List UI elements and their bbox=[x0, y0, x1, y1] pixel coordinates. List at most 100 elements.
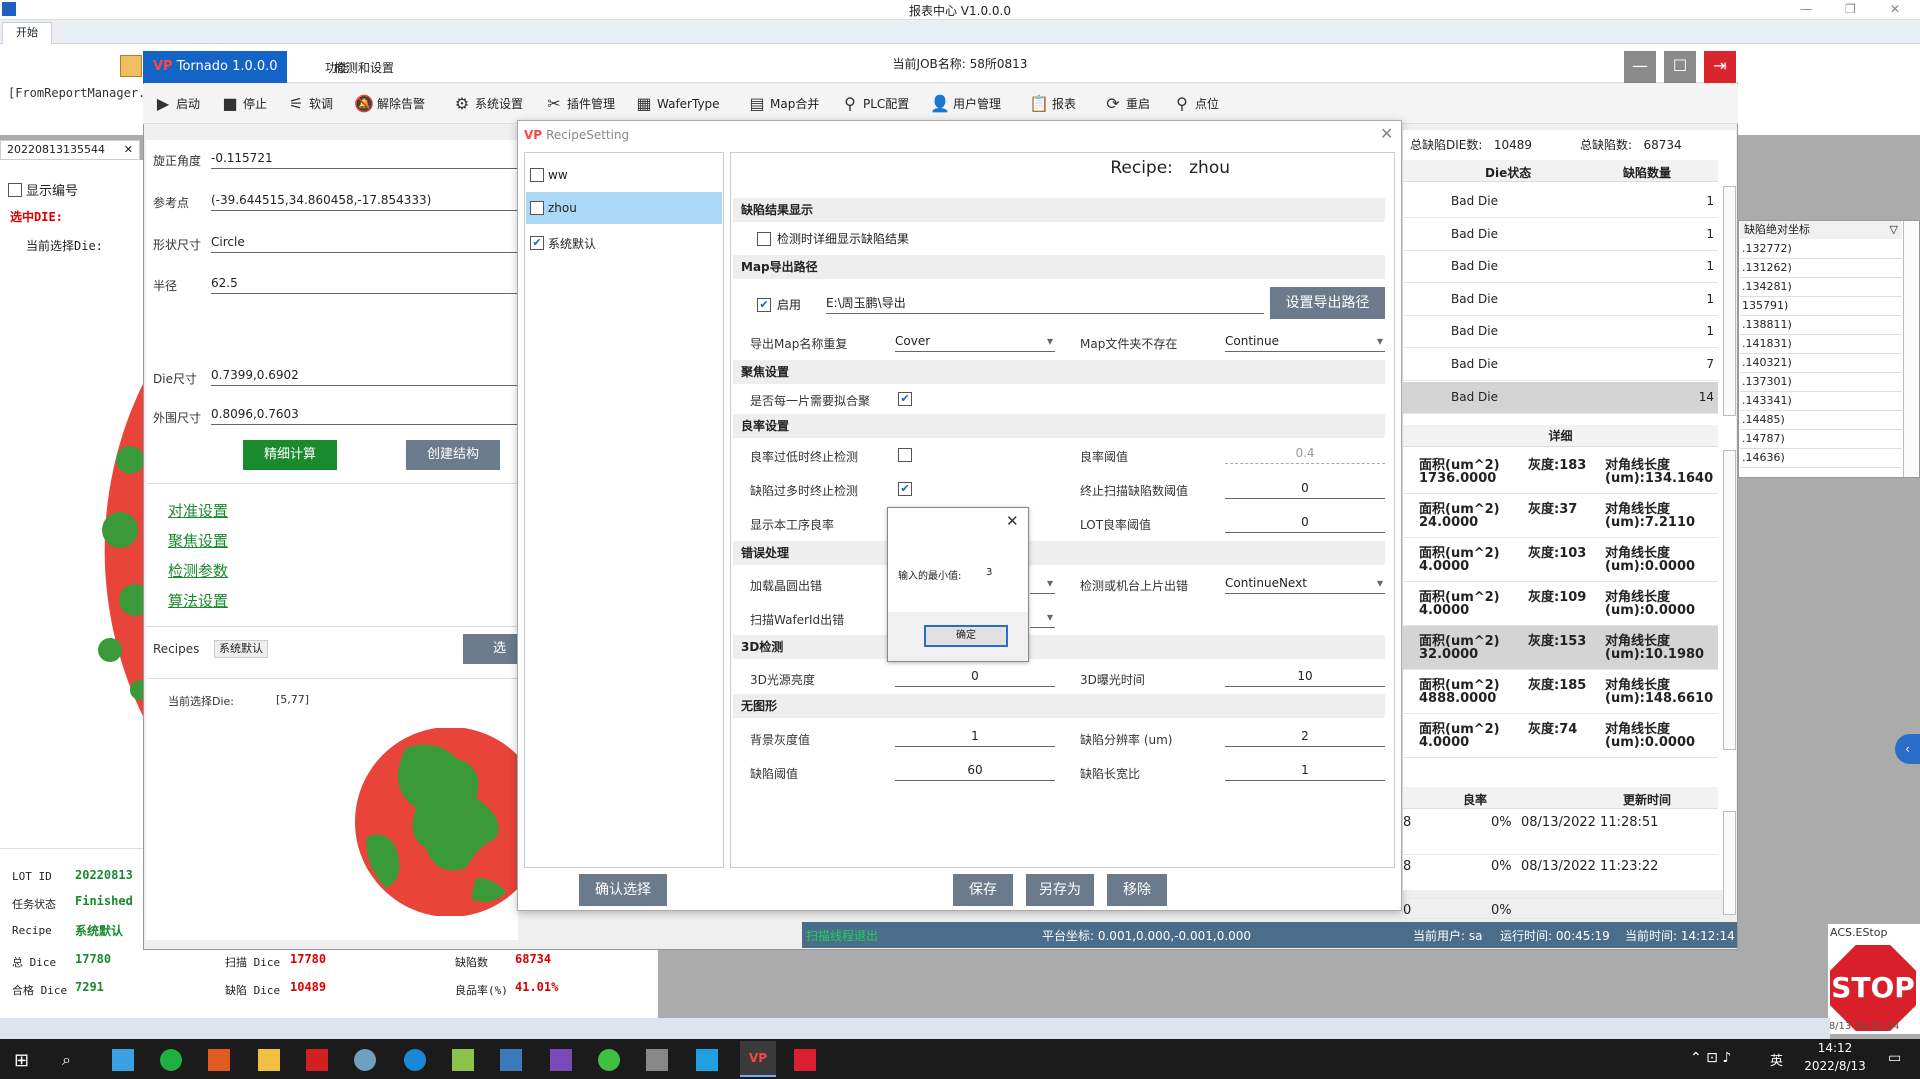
shape-field[interactable]: Circle bbox=[211, 231, 518, 253]
show-number-option[interactable]: 显示编号 bbox=[8, 180, 78, 199]
map-merge-button[interactable]: ▤ Map合并 bbox=[747, 92, 819, 116]
coord-row[interactable]: .140321) bbox=[1740, 354, 1902, 373]
aspect-ratio-field[interactable]: 1 bbox=[1225, 759, 1385, 781]
focus-settings-link[interactable]: 聚焦设置 bbox=[168, 530, 228, 551]
coord-row[interactable]: .131262) bbox=[1740, 259, 1902, 278]
report-taskbar-icon[interactable] bbox=[794, 1049, 816, 1071]
min-value-close-icon[interactable]: ✕ bbox=[1006, 512, 1019, 530]
create-structure-button[interactable]: 创建结构 bbox=[406, 440, 500, 470]
stop-button[interactable]: ■ 停止 bbox=[220, 92, 267, 116]
history-scrollbar[interactable] bbox=[1723, 811, 1736, 915]
notification-icon[interactable]: ▭ bbox=[1888, 1050, 1901, 1066]
enable-option[interactable]: ✔ 启用 bbox=[757, 296, 801, 313]
coord-row[interactable]: .14636) bbox=[1740, 449, 1902, 468]
die-table-row[interactable]: Bad Die 1 bbox=[1403, 186, 1718, 218]
map-path-field[interactable]: E:\周玉鹏\导出 bbox=[826, 292, 1264, 314]
recipe-ww-checkbox[interactable] bbox=[530, 168, 544, 182]
detail-scrollbar[interactable] bbox=[1723, 450, 1736, 750]
plc-config-button[interactable]: ⚲ PLC配置 bbox=[840, 92, 909, 116]
die-table-row[interactable]: Bad Die 7 bbox=[1403, 349, 1718, 381]
set-export-path-button[interactable]: 设置导出路径 bbox=[1270, 287, 1385, 319]
app-blue-icon[interactable] bbox=[500, 1049, 522, 1071]
outer-minimize-icon[interactable]: — bbox=[1800, 2, 1812, 16]
wafer-map-large[interactable] bbox=[80, 370, 150, 730]
die-table-scrollbar[interactable] bbox=[1723, 186, 1736, 416]
restart-button[interactable]: ⟳ 重启 bbox=[1103, 92, 1150, 116]
ref-point-field[interactable]: (-39.644515,34.860458,-17.854333) bbox=[211, 189, 518, 211]
taskview-icon[interactable] bbox=[112, 1049, 134, 1071]
bg-gray-field[interactable]: 1 bbox=[895, 725, 1055, 747]
app-bird-icon[interactable] bbox=[354, 1049, 376, 1071]
yield-threshold-field[interactable]: 0.4 bbox=[1225, 442, 1385, 464]
scan-waferid-dropdown[interactable] bbox=[1030, 606, 1055, 628]
outer-close-icon[interactable]: ✕ bbox=[1890, 2, 1900, 16]
tab-lot[interactable]: 20220813135544 ✕ bbox=[0, 140, 140, 160]
history-row[interactable]: 8 0% 08/13/2022 11:28:51 bbox=[1403, 811, 1718, 855]
recipe-item-ww[interactable]: ww bbox=[526, 160, 722, 190]
die-table-row[interactable]: Bad Die 14 bbox=[1403, 381, 1718, 414]
show-number-checkbox[interactable] bbox=[8, 182, 22, 197]
defect-many-stop-checkbox[interactable]: ✔ bbox=[898, 482, 912, 496]
clear-alarm-button[interactable]: 🔕 解除告警 bbox=[354, 92, 425, 116]
notepad-icon[interactable] bbox=[452, 1049, 474, 1071]
coord-row[interactable]: .132772) bbox=[1740, 240, 1902, 259]
wafer-map-small[interactable] bbox=[346, 728, 518, 916]
recipe-default-checkbox[interactable]: ✔ bbox=[530, 236, 544, 250]
light-field[interactable]: 0 bbox=[895, 665, 1055, 687]
filter-icon[interactable]: ▽ bbox=[1890, 221, 1902, 239]
die-table-row[interactable]: Bad Die 1 bbox=[1403, 284, 1718, 316]
side-expand-button[interactable]: ‹ bbox=[1895, 734, 1920, 764]
alignment-settings-link[interactable]: 对准设置 bbox=[168, 500, 228, 521]
no-folder-dropdown[interactable]: Continue bbox=[1225, 330, 1385, 352]
rotation-field[interactable]: -0.115721 bbox=[211, 147, 518, 169]
lot-yield-field[interactable]: 0 bbox=[1225, 511, 1385, 533]
app-plane-icon[interactable] bbox=[646, 1049, 668, 1071]
min-value-ok-button[interactable]: 确定 bbox=[924, 625, 1008, 647]
app-orange-icon[interactable] bbox=[208, 1049, 230, 1071]
app-green-icon[interactable] bbox=[160, 1049, 182, 1071]
detail-row[interactable]: 面积(um^2) 4.0000 灰度:103 对角线长度 (um):0.0000 bbox=[1403, 538, 1718, 582]
coord-row[interactable]: .134281) bbox=[1740, 278, 1902, 297]
confirm-select-button[interactable]: 确认选择 bbox=[579, 874, 667, 906]
report-button[interactable]: 📋 报表 bbox=[1029, 92, 1076, 116]
start-button[interactable]: ▶ 启动 bbox=[153, 92, 200, 116]
history-row[interactable]: 8 0% 08/13/2022 11:23:22 bbox=[1403, 855, 1718, 899]
recipe-select-button[interactable]: 选择 bbox=[463, 634, 518, 686]
tab-start[interactable]: 开始 bbox=[2, 22, 52, 44]
fine-calc-button[interactable]: 精细计算 bbox=[243, 440, 337, 470]
coord-row[interactable]: 135791) bbox=[1740, 297, 1902, 316]
ime-indicator[interactable]: 英 bbox=[1770, 1050, 1783, 1069]
wps-icon[interactable] bbox=[306, 1049, 328, 1071]
detail-row[interactable]: 面积(um^2) 4.0000 灰度:74 对角线长度 (um):0.0000 bbox=[1403, 714, 1718, 758]
load-error-dropdown[interactable] bbox=[1030, 572, 1055, 594]
clock-time[interactable]: 14:12 bbox=[1805, 1041, 1865, 1055]
save-as-button[interactable]: 另存为 bbox=[1026, 874, 1094, 906]
machine-error-dropdown[interactable]: ContinueNext bbox=[1225, 572, 1385, 594]
wafer-type-button[interactable]: ▦ WaferType bbox=[634, 92, 719, 116]
visual-studio-icon[interactable] bbox=[550, 1049, 572, 1071]
yield-low-stop-checkbox[interactable] bbox=[898, 448, 912, 462]
recipe-zhou-checkbox[interactable] bbox=[530, 201, 544, 215]
radius-field[interactable]: 62.5 bbox=[211, 272, 518, 294]
coord-row[interactable]: .14485) bbox=[1740, 411, 1902, 430]
defect-threshold-field[interactable]: 60 bbox=[895, 759, 1055, 781]
dup-name-dropdown[interactable]: Cover bbox=[895, 330, 1055, 352]
windows-start-icon[interactable]: ⊞ bbox=[14, 1050, 29, 1071]
detail-row[interactable]: 面积(um^2) 1736.0000 灰度:183 对角线长度 (um):134.164… bbox=[1403, 450, 1718, 494]
estop-button[interactable]: STOP bbox=[1830, 945, 1916, 1031]
minimize-button[interactable]: — bbox=[1624, 51, 1656, 83]
user-manager-button[interactable]: 👤 用户管理 bbox=[930, 92, 1001, 116]
detail-show-option[interactable]: 检测时详细显示缺陷结果 bbox=[757, 230, 909, 247]
tornado-taskbar-button[interactable]: VP bbox=[740, 1041, 776, 1077]
save-button[interactable]: 保存 bbox=[953, 874, 1013, 906]
plugin-manager-button[interactable]: ✂ 插件管理 bbox=[544, 92, 615, 116]
die-table-row[interactable]: Bad Die 1 bbox=[1403, 251, 1718, 284]
coord-row[interactable]: .14787) bbox=[1740, 430, 1902, 449]
soft-tune-button[interactable]: ⚟ 软调 bbox=[286, 92, 333, 116]
die-size-field[interactable]: 0.7399,0.6902 bbox=[211, 364, 518, 386]
app-leaf-icon[interactable] bbox=[598, 1049, 620, 1071]
detail-row[interactable]: 面积(um^2) 32.0000 灰度:153 对角线长度 (um):10.1980 bbox=[1403, 626, 1718, 670]
system-settings-button[interactable]: ⚙ 系统设置 bbox=[452, 92, 523, 116]
maximize-button[interactable]: ☐ bbox=[1664, 51, 1696, 83]
recipe-item-zhou[interactable]: zhou bbox=[526, 192, 722, 224]
